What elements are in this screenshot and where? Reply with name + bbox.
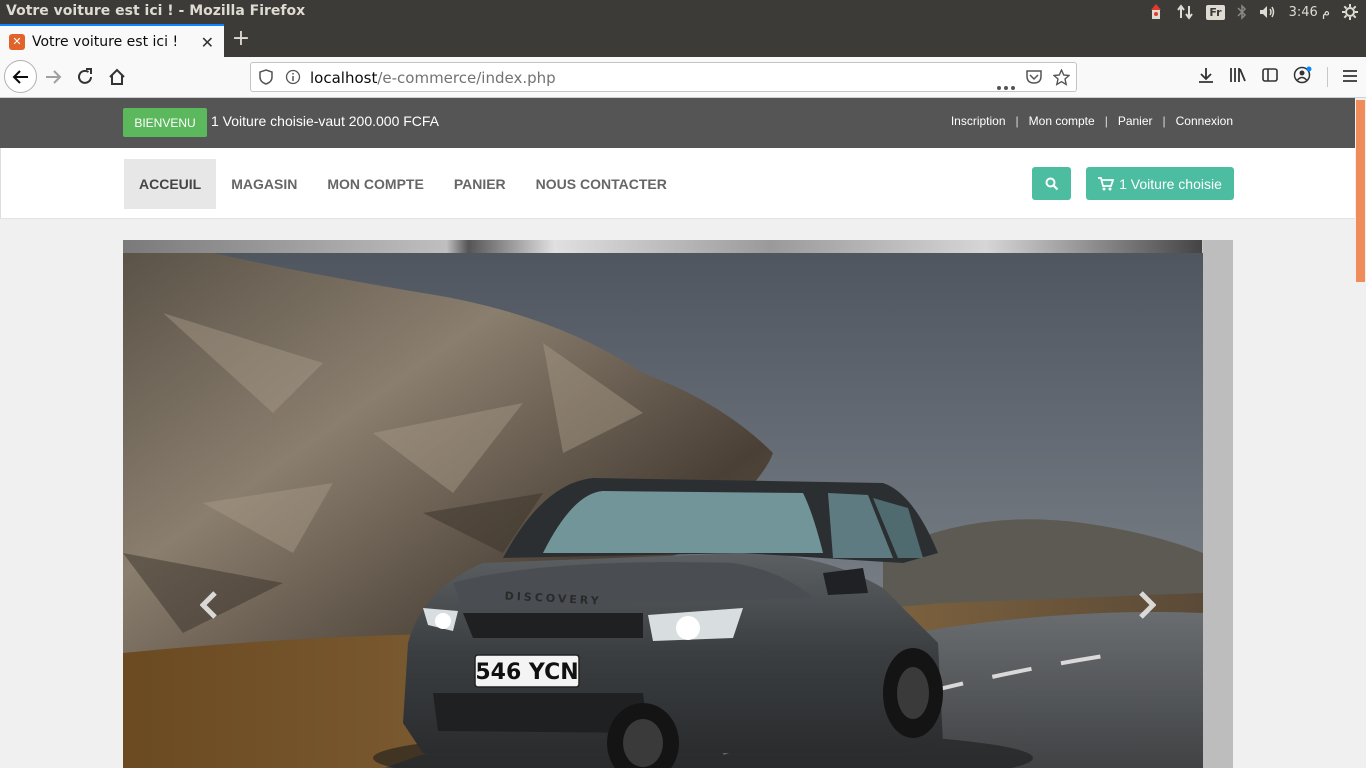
nav-item-shop[interactable]: MAGASIN: [216, 159, 312, 209]
info-icon[interactable]: [285, 69, 301, 89]
home-icon: [109, 68, 125, 85]
previous-slide-strip: [123, 240, 1202, 253]
browser-toolbar: localhost/e-commerce/index.php: [0, 57, 1366, 98]
reload-icon: [78, 68, 92, 84]
scrollbar-thumb[interactable]: [1356, 100, 1365, 282]
web-page: BIENVENU 1 Voiture choisie-vaut 200.000 …: [0, 98, 1355, 768]
nav-item-my-account[interactable]: MON COMPTE: [312, 159, 438, 209]
system-tray: Fr 3:46 م: [1148, 2, 1358, 22]
forward-button[interactable]: [38, 62, 68, 92]
cart-button[interactable]: 1 Voiture choisie: [1086, 167, 1234, 200]
page-scrollbar[interactable]: [1355, 98, 1366, 768]
login-link[interactable]: Connexion: [1176, 114, 1233, 128]
carousel-slide-image: 546 YCN DISCOVERY: [123, 253, 1203, 768]
new-tab-button[interactable]: +: [230, 28, 252, 52]
main-navigation: ACCEUIL MAGASIN MON COMPTE PANIER NOUS C…: [0, 148, 1355, 219]
back-button[interactable]: [4, 60, 37, 93]
chevron-right-icon: [1139, 591, 1156, 619]
bookmark-star-icon[interactable]: [1052, 68, 1071, 90]
chevron-left-icon: [200, 591, 217, 619]
my-account-link[interactable]: Mon compte: [1029, 114, 1095, 128]
forward-arrow-icon: [46, 70, 62, 84]
search-button[interactable]: [1032, 167, 1071, 200]
cart-button-label: 1 Voiture choisie: [1119, 175, 1222, 192]
url-text[interactable]: localhost/e-commerce/index.php: [310, 69, 556, 87]
link-separator: |: [1104, 114, 1108, 128]
link-separator: |: [1162, 114, 1166, 128]
cart-link[interactable]: Panier: [1118, 114, 1153, 128]
sidebar-icon[interactable]: [1261, 66, 1279, 88]
signup-link[interactable]: Inscription: [951, 114, 1006, 128]
back-arrow-icon: [12, 69, 28, 84]
url-bar[interactable]: localhost/e-commerce/index.php: [250, 62, 1077, 92]
reload-button[interactable]: [70, 62, 100, 92]
carousel-prev-button[interactable]: [194, 585, 224, 625]
site-top-bar: BIENVENU 1 Voiture choisie-vaut 200.000 …: [0, 98, 1355, 148]
bluetooth-icon[interactable]: [1237, 4, 1247, 20]
hero-carousel: 546 YCN DISCOVERY: [123, 240, 1233, 768]
xampp-favicon-icon: ✕: [9, 33, 25, 50]
nav-item-home[interactable]: ACCEUIL: [124, 159, 217, 209]
settings-gear-icon[interactable]: [1342, 4, 1358, 20]
network-icon[interactable]: [1176, 4, 1194, 20]
hamburger-menu-icon[interactable]: [1342, 68, 1358, 87]
welcome-badge: BIENVENU: [123, 108, 207, 137]
keyboard-layout-indicator[interactable]: Fr: [1206, 4, 1225, 20]
toolbar-divider: [1327, 67, 1328, 87]
tab-title: Votre voiture est ici !: [32, 33, 179, 50]
carousel-next-button[interactable]: [1132, 585, 1162, 625]
volume-icon[interactable]: [1259, 5, 1277, 19]
cart-summary-text: 1 Voiture choisie-vaut 200.000 FCFA: [211, 113, 440, 129]
url-host: localhost: [310, 69, 378, 87]
clock[interactable]: 3:46 م: [1289, 5, 1330, 20]
window-title: Votre voiture est ici ! - Mozilla Firefo…: [6, 3, 306, 19]
shield-icon[interactable]: [259, 69, 273, 89]
account-icon[interactable]: [1293, 66, 1313, 88]
page-actions-icon[interactable]: [997, 75, 1015, 94]
next-slide-edge: [1203, 240, 1233, 768]
downloads-icon[interactable]: [1197, 66, 1215, 88]
nav-item-cart[interactable]: PANIER: [439, 159, 521, 209]
url-path: /e-commerce/index.php: [377, 69, 556, 87]
close-tab-icon[interactable]: ✕: [201, 33, 214, 52]
tab-strip: ✕ Votre voiture est ici ! ✕ +: [0, 24, 1366, 57]
search-icon: [1045, 177, 1058, 190]
library-icon[interactable]: [1229, 66, 1247, 88]
nav-item-contact[interactable]: NOUS CONTACTER: [521, 159, 682, 209]
shopping-cart-icon: [1098, 176, 1115, 190]
home-button[interactable]: [102, 62, 132, 92]
nav-menu: ACCEUIL MAGASIN MON COMPTE PANIER NOUS C…: [124, 159, 682, 209]
os-top-panel: Votre voiture est ici ! - Mozilla Firefo…: [0, 0, 1366, 24]
link-separator: |: [1015, 114, 1019, 128]
pocket-icon[interactable]: [1026, 69, 1042, 89]
top-links: Inscription | Mon compte | Panier | Conn…: [951, 114, 1233, 128]
browser-tab[interactable]: ✕ Votre voiture est ici ! ✕: [0, 24, 224, 57]
toolbar-right: [1197, 66, 1358, 88]
license-plate-text: 546 YCN: [475, 660, 578, 685]
notification-icon[interactable]: [1148, 3, 1164, 21]
